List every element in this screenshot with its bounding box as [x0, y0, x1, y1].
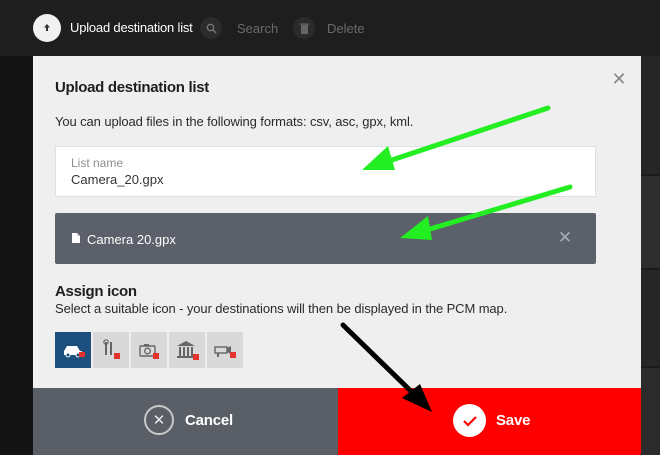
- icon-option-building[interactable]: [169, 332, 205, 368]
- delete-button[interactable]: [293, 17, 315, 39]
- dialog-description: You can upload files in the following fo…: [55, 114, 414, 129]
- search-button[interactable]: [200, 17, 222, 39]
- background-panel: [641, 56, 660, 174]
- close-dialog-button[interactable]: ✕: [610, 70, 628, 88]
- background-panel: [641, 270, 660, 366]
- camera-icon: [139, 344, 159, 359]
- list-name-label: List name: [71, 156, 124, 170]
- uploaded-file-name: Camera 20.gpx: [87, 232, 176, 247]
- background-panel: [0, 56, 33, 455]
- icon-option-car[interactable]: [55, 332, 91, 368]
- search-icon: [206, 23, 216, 33]
- delete-label[interactable]: Delete: [327, 21, 365, 36]
- workshop-tools-icon: [103, 339, 120, 359]
- upload-icon: [44, 24, 50, 31]
- speed-camera-icon: [214, 346, 236, 358]
- icon-option-workshop[interactable]: [93, 332, 129, 368]
- assign-icon-description: Select a suitable icon - your destinatio…: [55, 301, 508, 316]
- top-toolbar: Upload destination list Search Delete: [0, 0, 660, 56]
- close-icon: ✕: [611, 69, 627, 89]
- cancel-button[interactable]: ✕ Cancel: [33, 388, 338, 455]
- assign-icon-title: Assign icon: [55, 283, 137, 300]
- icon-option-speed-camera[interactable]: [207, 332, 243, 368]
- background-panel: [641, 176, 660, 268]
- cancel-icon: ✕: [144, 405, 174, 435]
- file-icon: [72, 233, 80, 243]
- search-label[interactable]: Search: [237, 21, 278, 36]
- trash-icon: [299, 23, 309, 34]
- dialog-title: Upload destination list: [55, 79, 209, 96]
- close-icon: ✕: [557, 228, 573, 247]
- upload-button[interactable]: [33, 14, 61, 42]
- toolbar-title: Upload destination list: [70, 20, 193, 35]
- uploaded-file-item: Camera 20.gpx ✕: [55, 213, 596, 264]
- save-button[interactable]: Save: [338, 388, 641, 455]
- background-panel: [641, 368, 660, 455]
- list-name-input[interactable]: Camera_20.gpx: [71, 172, 164, 187]
- car-icon: [64, 346, 85, 358]
- building-icon: [177, 341, 199, 360]
- remove-file-button[interactable]: ✕: [557, 229, 573, 247]
- save-label: Save: [496, 412, 531, 429]
- checkmark-icon: [453, 404, 486, 437]
- list-name-field[interactable]: List name Camera_20.gpx: [55, 146, 596, 197]
- cancel-label: Cancel: [185, 412, 233, 429]
- icon-option-camera[interactable]: [131, 332, 167, 368]
